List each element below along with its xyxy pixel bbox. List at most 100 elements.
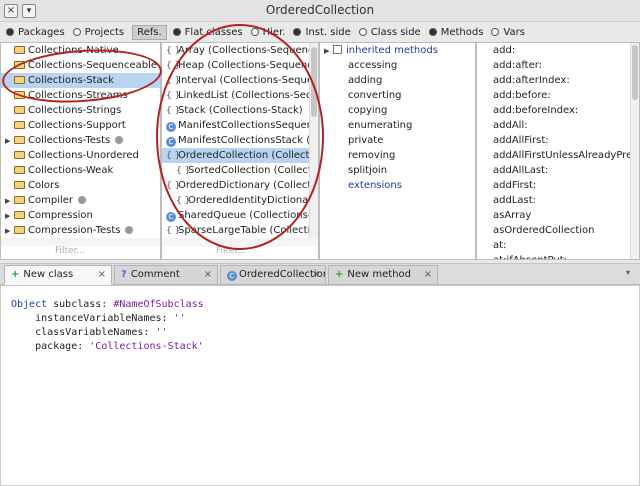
packages-filter[interactable]: Filter... [1,246,160,259]
tab-comment[interactable]: ? Comment × [114,265,218,285]
radio-dot-icon [428,28,437,36]
tab-menu-icon[interactable]: ▾ [626,268,636,280]
expand-arrow-icon[interactable]: ▶ [5,209,14,223]
class-item[interactable]: CManifestCollectionsSequenceab [162,118,318,133]
method-item[interactable]: at: [477,238,639,253]
class-item[interactable]: { }OrderedIdentityDictionary (Colle [162,193,318,208]
package-item[interactable]: ▶ Compression-Tests [1,223,160,238]
package-item[interactable]: Collections-Weak [1,163,160,178]
package-item[interactable]: Collections-Sequenceable [1,58,160,73]
class-item[interactable]: CManifestCollectionsStack (Collec [162,133,318,148]
class-icon: { } [166,106,181,116]
classes-hscrollbar[interactable] [162,238,318,246]
protocol-item[interactable]: removing [320,148,475,163]
close-icon[interactable]: × [204,266,212,284]
tab-ordered-collection[interactable]: C OrderedCollectior × [220,265,326,285]
class-item[interactable]: { }LinkedList (Collections-Sequenc [162,88,318,103]
method-item[interactable]: addAll: [477,118,639,133]
package-item[interactable]: Collections-Native [1,43,160,58]
protocol-item[interactable]: converting [320,88,475,103]
checkbox-icon[interactable] [333,45,342,54]
method-item[interactable]: add:afterIndex: [477,73,639,88]
class-label: SharedQueue (Collections-Seque [178,210,318,221]
package-item[interactable]: Collections-Streams [1,88,160,103]
methods-radio[interactable]: Methods [428,27,483,38]
scrollbar-thumb[interactable] [311,47,317,117]
tab-new-class[interactable]: + New class × [4,265,112,285]
method-item[interactable]: asOrderedCollection [477,223,639,238]
protocol-item[interactable]: enumerating [320,118,475,133]
package-label: Collections-Streams [28,90,128,101]
protocol-item[interactable]: copying [320,103,475,118]
code-editor[interactable]: Object subclass: #NameOfSubclass instanc… [0,285,640,486]
package-item[interactable]: Collections-Strings [1,103,160,118]
code-message: subclass: [47,299,114,310]
method-item[interactable]: add:after: [477,58,639,73]
class-item[interactable]: { }OrderedDictionary (Collections-S [162,178,318,193]
package-item[interactable]: ▶ Compiler [1,193,160,208]
package-item[interactable]: Collections-Unordered [1,148,160,163]
class-item[interactable]: { }Heap (Collections-Sequenceable [162,58,318,73]
protocol-label: enumerating [348,120,413,131]
classes-scrollbar[interactable] [309,43,318,248]
expand-arrow-icon[interactable]: ▶ [5,134,14,148]
class-side-radio[interactable]: Class side [358,27,421,38]
methods-pane: add: add:after: add:afterIndex: add:before:… [476,42,640,260]
expand-arrow-icon[interactable]: ▶ [5,224,14,238]
inst-side-radio[interactable]: Inst. side [293,26,351,38]
class-item[interactable]: CSharedQueue (Collections-Seque [162,208,318,223]
protocol-item[interactable]: extensions [320,178,475,193]
class-item[interactable]: { }Array (Collections-Sequenceable [162,43,318,58]
method-item[interactable]: addAllFirstUnlessAlreadyPresent: [477,148,639,163]
method-item[interactable]: add:beforeIndex: [477,103,639,118]
classes-filter[interactable]: Filter... [162,246,318,259]
expand-arrow-icon[interactable]: ▶ [5,194,14,208]
method-item[interactable]: at:ifAbsentPut: [477,253,639,259]
class-item[interactable]: { }OrderedCollection (Collections-S [162,148,318,163]
code-keyword: Object [11,299,48,310]
class-comment-icon: C [166,212,176,222]
scrollbar-thumb[interactable] [632,45,638,100]
protocol-item[interactable]: ▶ inherited methods [320,43,475,58]
vars-radio[interactable]: Vars [491,27,525,38]
class-item[interactable]: { }Interval (Collections-Sequenceal [162,73,318,88]
protocol-item[interactable]: splitjoin [320,163,475,178]
projects-radio[interactable]: Projects [72,27,124,38]
hier-radio[interactable]: Hier. [250,27,285,38]
methods-list: add: add:after: add:afterIndex: add:before:… [477,43,639,259]
class-item[interactable]: { }Stack (Collections-Stack) [162,103,318,118]
protocol-item[interactable]: adding [320,73,475,88]
package-item[interactable]: Collections-Stack [1,73,160,88]
inst-side-label: Inst. side [305,26,351,38]
close-icon[interactable]: × [424,266,432,284]
flat-classes-radio[interactable]: Flat classes [172,27,243,38]
packages-radio[interactable]: Packages [6,27,65,38]
method-item[interactable]: addAllFirst: [477,133,639,148]
method-item[interactable]: addLast: [477,193,639,208]
class-label: Interval (Collections-Sequenceal [178,75,318,86]
class-item[interactable]: { }SortedCollection (Collections-S [162,163,318,178]
close-icon[interactable]: × [98,266,106,284]
method-item[interactable]: addFirst: [477,178,639,193]
tab-new-method-label: New method [347,269,411,280]
method-item[interactable]: add:before: [477,88,639,103]
package-item[interactable]: ▶ Compression [1,208,160,223]
package-item[interactable]: ▶ Collections-Tests [1,133,160,148]
refs-button[interactable]: Refs. [132,24,167,40]
method-item[interactable]: add: [477,43,639,58]
package-label: Colors [28,180,60,191]
close-icon[interactable]: × [312,266,320,284]
method-item[interactable]: asArray [477,208,639,223]
protocol-item[interactable]: private [320,133,475,148]
methods-scrollbar[interactable] [630,43,639,259]
package-item[interactable]: Colors [1,178,160,193]
method-item[interactable]: addAllLast: [477,163,639,178]
class-item[interactable]: { }SparseLargeTable (Collections-S [162,223,318,238]
package-item[interactable]: Collections-Support [1,118,160,133]
protocol-item[interactable]: accessing [320,58,475,73]
class-label: OrderedCollection (Collections-S [178,150,318,161]
expand-arrow-icon[interactable]: ▶ [324,44,333,58]
tab-new-method[interactable]: + New method × [328,265,438,285]
packages-hscrollbar[interactable] [1,238,160,246]
class-icon: { } [166,46,181,56]
